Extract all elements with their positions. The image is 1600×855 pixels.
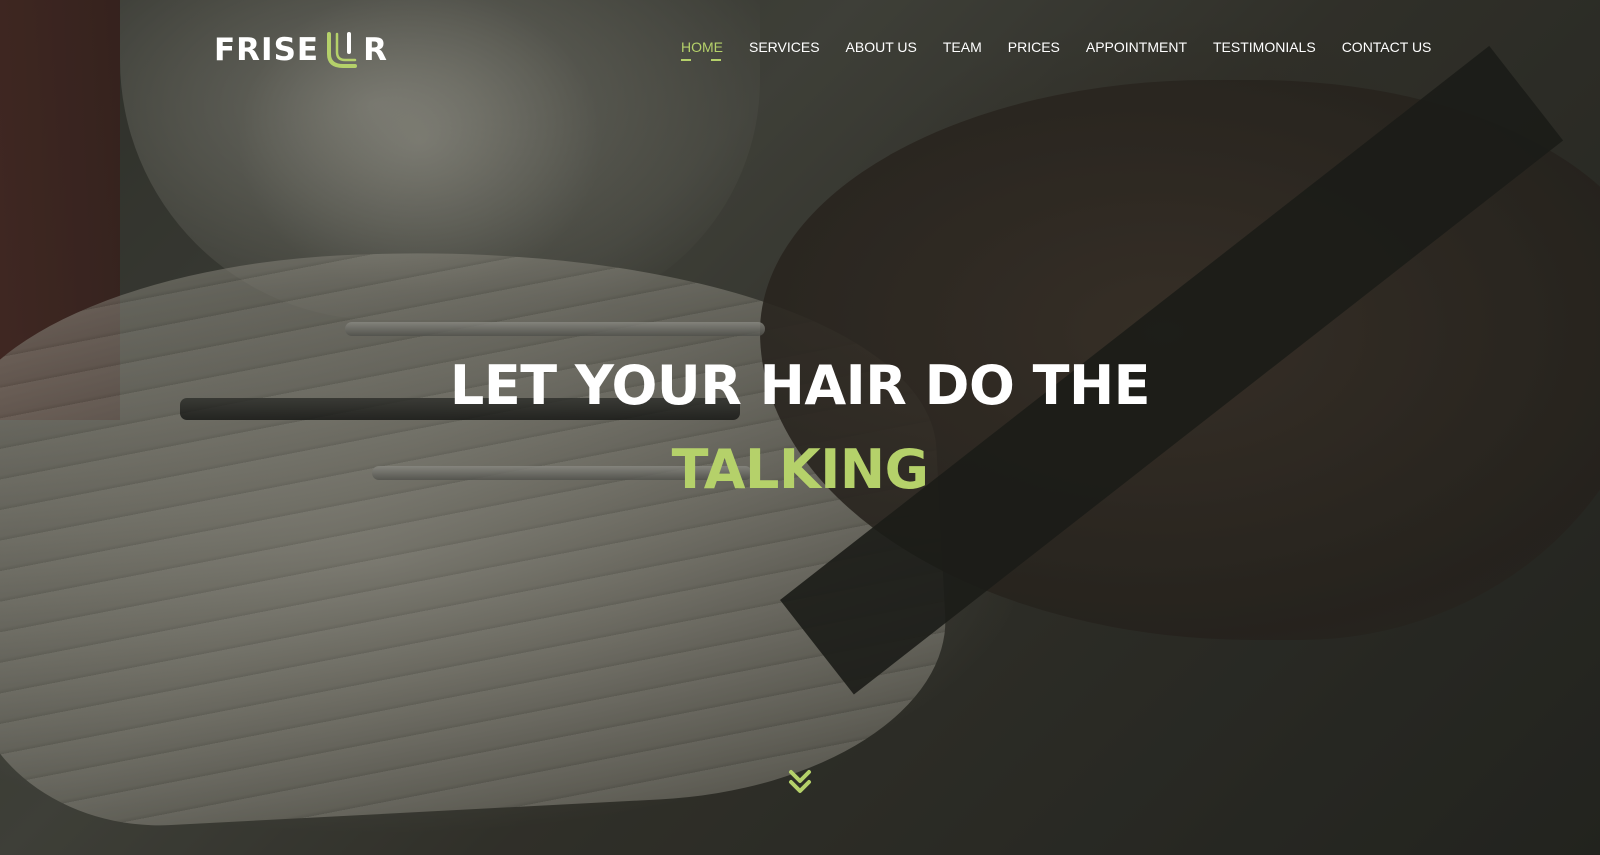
logo-text-right: R xyxy=(363,32,388,68)
nav-item-prices[interactable]: PRICES xyxy=(995,38,1073,56)
nav-item-label: CONTACT US xyxy=(1341,39,1432,55)
nav-item-contact-us[interactable]: CONTACT US xyxy=(1329,38,1445,56)
nav-item-label: HOME xyxy=(681,39,723,55)
active-indicator xyxy=(681,59,721,61)
dark-overlay xyxy=(0,0,1600,855)
hero-headline: LET YOUR HAIR DO THE xyxy=(449,354,1151,417)
nav-item-label: ABOUT US xyxy=(845,39,917,55)
scissors-logo-icon xyxy=(321,30,361,70)
nav-item-appointment[interactable]: APPOINTMENT xyxy=(1073,38,1200,56)
nav-item-label: TEAM xyxy=(942,39,982,55)
nav-item-home[interactable]: HOME xyxy=(668,38,736,61)
logo-text-left: FRISE xyxy=(214,32,320,68)
double-chevron-down-icon[interactable] xyxy=(788,768,812,796)
nav-item-team[interactable]: TEAM xyxy=(930,38,995,56)
nav-item-label: APPOINTMENT xyxy=(1085,39,1187,55)
nav-item-about-us[interactable]: ABOUT US xyxy=(833,38,930,56)
nav-item-testimonials[interactable]: TESTIMONIALS xyxy=(1200,38,1329,56)
nav-item-services[interactable]: SERVICES xyxy=(736,38,833,56)
nav-item-label: SERVICES xyxy=(749,39,820,55)
hero-headline-accent: TALKING xyxy=(671,438,929,501)
hero-section: FRISE R HOME SERVICES ABOUT US TEAM PRIC… xyxy=(0,0,1600,855)
site-logo[interactable]: FRISE R xyxy=(214,30,388,70)
site-header: FRISE R HOME SERVICES ABOUT US TEAM PRIC… xyxy=(0,0,1600,96)
nav-item-label: PRICES xyxy=(1007,39,1060,55)
main-nav: HOME SERVICES ABOUT US TEAM PRICES APPOI… xyxy=(668,38,1445,61)
nav-item-label: TESTIMONIALS xyxy=(1213,39,1316,55)
